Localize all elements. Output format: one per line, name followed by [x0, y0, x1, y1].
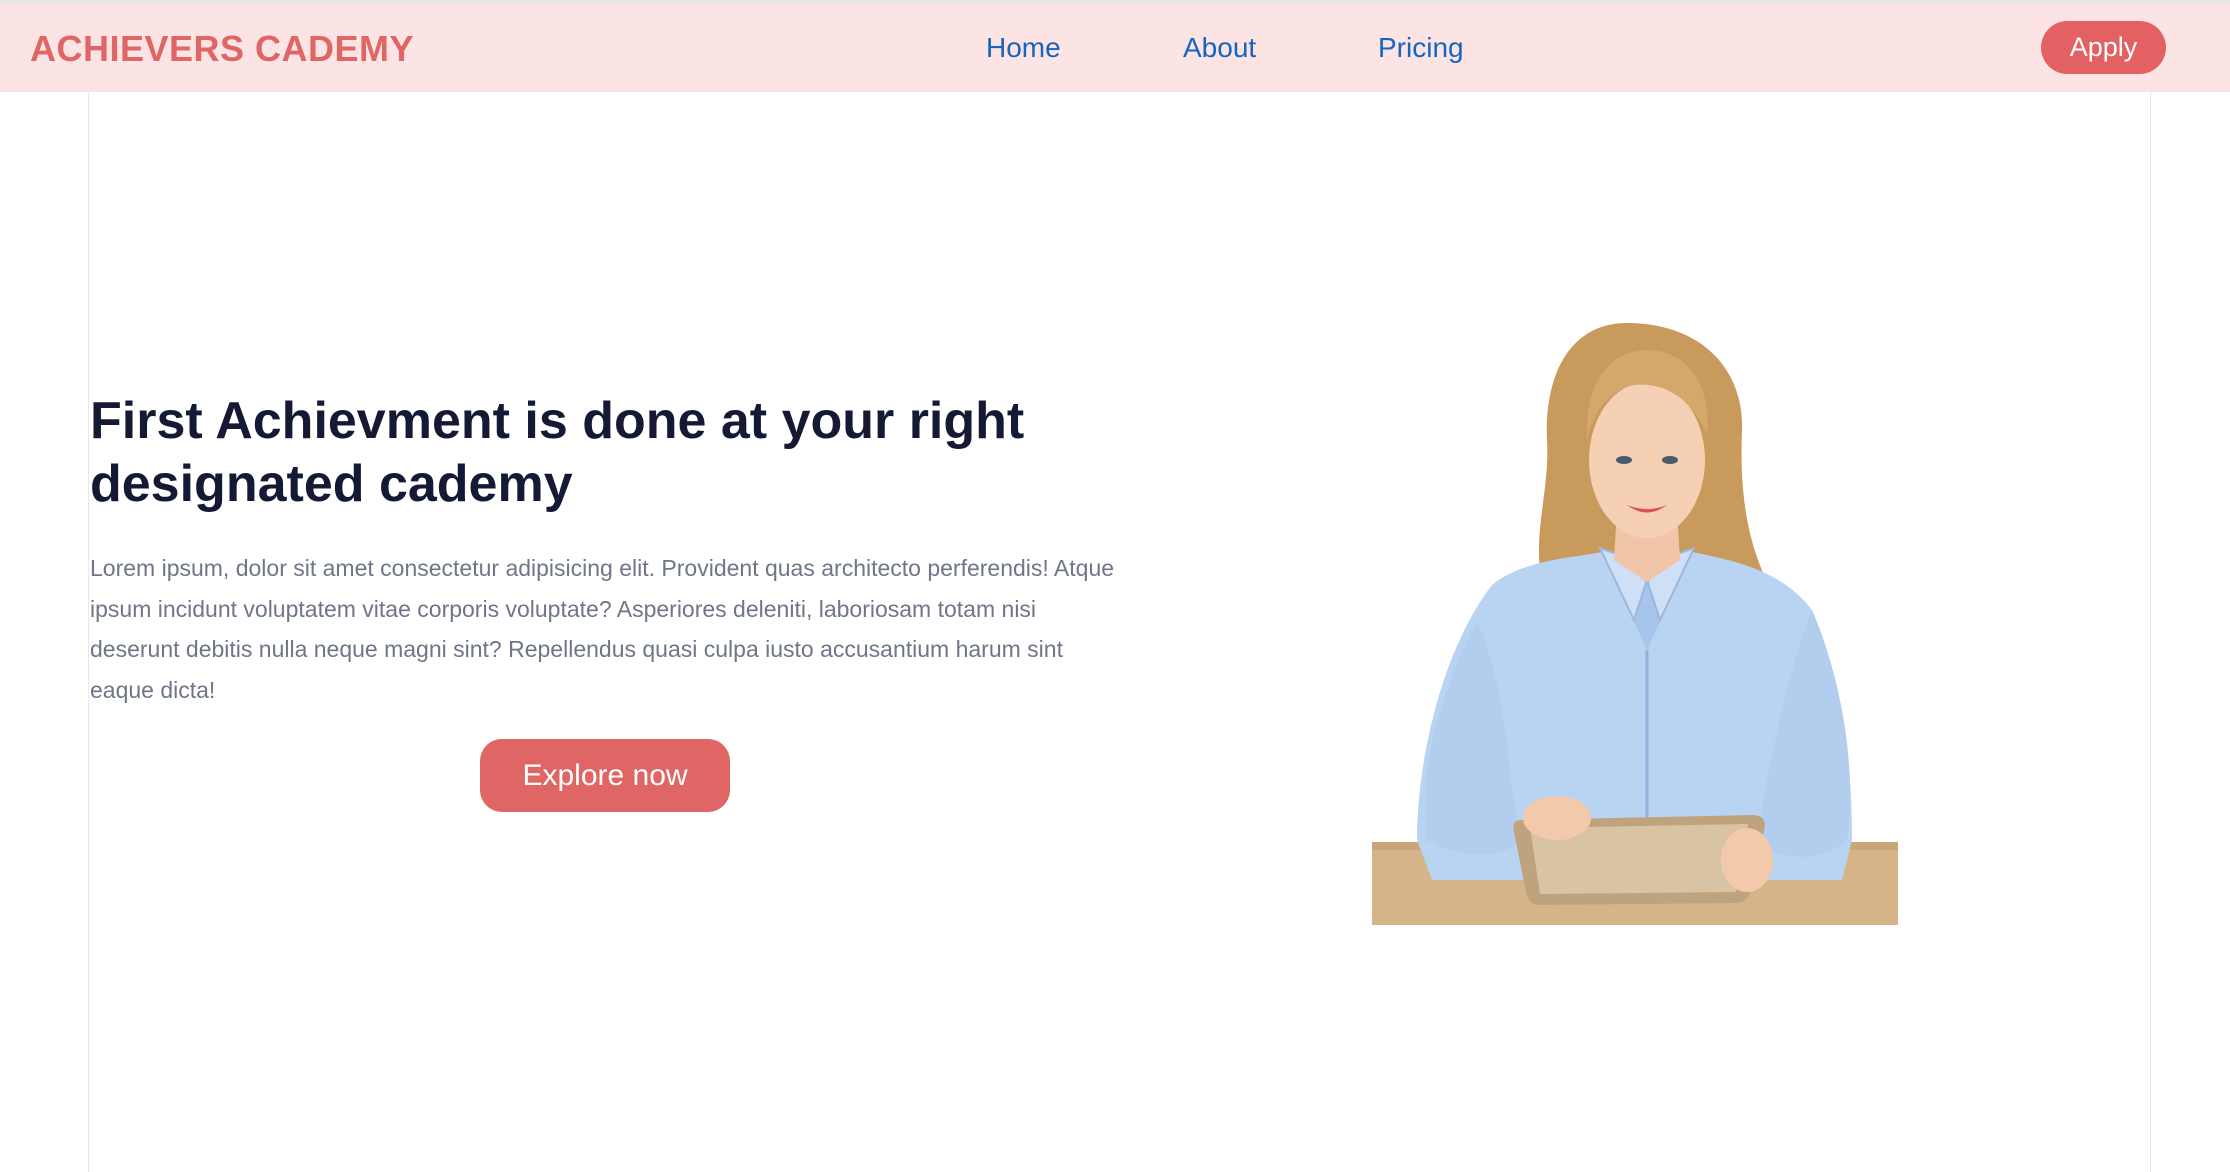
hero-description: Lorem ipsum, dolor sit amet consectetur …: [90, 555, 1115, 703]
nav-link-about[interactable]: About: [1183, 32, 1256, 64]
container-border-left: [88, 92, 89, 1172]
hero-title: First Achievment is done at your right d…: [90, 392, 1025, 513]
nav-link-home[interactable]: Home: [986, 32, 1061, 64]
page: ACHIEVERS CADEMY Home About Pricing Appl…: [0, 0, 2230, 1172]
explore-now-button[interactable]: Explore now: [480, 739, 730, 812]
container-border-right: [2150, 92, 2151, 1172]
face-shape: [1589, 382, 1705, 538]
brand-logo[interactable]: ACHIEVERS CADEMY: [30, 28, 414, 70]
nav-link-pricing[interactable]: Pricing: [1378, 32, 1464, 64]
navbar: ACHIEVERS CADEMY Home About Pricing Appl…: [0, 3, 2230, 92]
apply-button[interactable]: Apply: [2041, 21, 2166, 74]
hero-image: [1372, 323, 1898, 925]
